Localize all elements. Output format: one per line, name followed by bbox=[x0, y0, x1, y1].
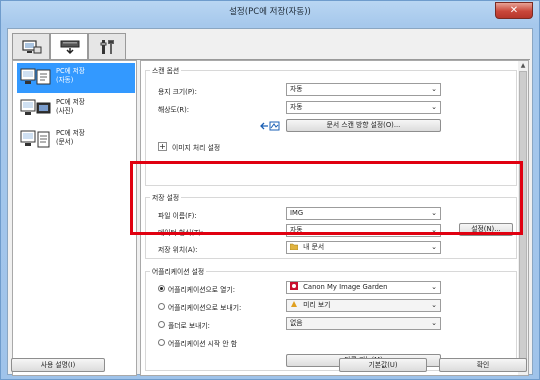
ok-button[interactable]: 확인 bbox=[439, 358, 527, 372]
resolution-select[interactable]: 자동 ⌄ bbox=[286, 101, 441, 114]
sidebar-item-save-auto[interactable]: PC에 저장 (자동) bbox=[17, 63, 135, 93]
chevron-down-icon: ⌄ bbox=[431, 283, 437, 291]
do-not-start-app-label: 어플리케이션 시작 안 함 bbox=[168, 340, 238, 348]
save-auto-icon bbox=[20, 68, 51, 85]
application-settings-title: 어플리케이션 설정 bbox=[150, 266, 207, 276]
sidebar-item-label: PC에 저장 (사진) bbox=[56, 98, 85, 116]
save-document-icon bbox=[20, 130, 50, 148]
do-not-start-app-radio[interactable] bbox=[158, 339, 165, 346]
sidebar-item-text: PC에 저장 (자동) bbox=[56, 67, 85, 84]
canon-app-icon bbox=[290, 282, 298, 290]
resolution-value: 자동 bbox=[290, 103, 303, 111]
send-to-folder-select[interactable]: 없음 ⌄ bbox=[286, 317, 441, 330]
instructions-button[interactable]: 사용 설명(I) bbox=[11, 358, 105, 372]
paper-size-label: 용지 크기(P): bbox=[158, 88, 197, 96]
tab-scan-from-panel[interactable] bbox=[50, 33, 88, 60]
scan-options-title: 스캔 옵션 bbox=[150, 65, 182, 75]
expand-icon[interactable]: + bbox=[158, 142, 167, 151]
send-to-folder-label: 폴더로 보내기: bbox=[168, 322, 210, 330]
defaults-button[interactable]: 기본값(U) bbox=[339, 358, 427, 372]
save-in-select[interactable]: 내 문서 ⌄ bbox=[286, 241, 441, 254]
sidebar-item-text: PC에 저장 (사진) bbox=[56, 98, 85, 115]
sidebar: PC에 저장 (자동) PC에 저장 (사진) PC에 저장 (문서) bbox=[12, 60, 137, 376]
title-bar: 설정(PC에 저장(자동)) bbox=[1, 1, 539, 27]
resolution-label: 해상도(R): bbox=[158, 106, 190, 114]
save-photo-icon bbox=[20, 99, 51, 115]
scroll-up-icon[interactable]: ▲ bbox=[519, 62, 527, 70]
close-button[interactable]: ✕ bbox=[495, 2, 533, 19]
chevron-down-icon: ⌄ bbox=[431, 243, 437, 251]
paper-size-value: 자동 bbox=[290, 85, 303, 93]
scanner-panel-icon bbox=[60, 40, 80, 55]
document-orientation-button[interactable]: 문서 스캔 방향 설정(O)... bbox=[286, 119, 441, 132]
open-with-app-radio[interactable] bbox=[158, 285, 165, 292]
image-processing-label: 이미지 처리 설정 bbox=[172, 144, 221, 152]
open-with-app-label: 어플리케이션으로 열기: bbox=[168, 286, 235, 294]
sidebar-item-label: PC에 저장 (문서) bbox=[56, 129, 85, 147]
folder-icon bbox=[290, 243, 298, 250]
sidebar-item-save-document[interactable]: PC에 저장 (문서) bbox=[17, 125, 135, 155]
settings-window: 설정(PC에 저장(자동)) ✕ PC에 저장 (자동) PC에 저장 (사진)… bbox=[0, 0, 540, 380]
application-settings-group: 어플리케이션 설정 어플리케이션으로 열기: Canon My Image Ga… bbox=[145, 266, 517, 371]
tools-icon bbox=[100, 40, 114, 54]
sidebar-item-label: PC에 저장 (자동) bbox=[56, 67, 85, 85]
computer-scan-icon bbox=[22, 40, 42, 54]
sidebar-item-save-photo[interactable]: PC에 저장 (사진) bbox=[17, 94, 135, 124]
highlight-box bbox=[130, 161, 523, 235]
send-to-app-label: 어플리케이션으로 보내기: bbox=[168, 304, 242, 312]
send-to-app-value: 미리 보기 bbox=[303, 301, 331, 309]
window-title: 설정(PC에 저장(자동)) bbox=[229, 7, 311, 17]
save-in-label: 저장 위치(A): bbox=[158, 246, 198, 254]
send-to-folder-value: 없음 bbox=[290, 319, 303, 327]
send-to-app-radio[interactable] bbox=[158, 303, 165, 310]
tab-scan-from-computer[interactable] bbox=[12, 33, 50, 59]
send-to-app-select[interactable]: 미리 보기 ⌄ bbox=[286, 299, 441, 312]
save-in-value: 내 문서 bbox=[303, 243, 325, 251]
sidebar-item-text: PC에 저장 (문서) bbox=[56, 129, 85, 146]
tab-general-settings[interactable] bbox=[88, 33, 126, 59]
chevron-down-icon: ⌄ bbox=[431, 85, 437, 93]
paper-size-select[interactable]: 자동 ⌄ bbox=[286, 83, 441, 96]
orientation-icon bbox=[260, 121, 280, 131]
preview-app-icon bbox=[291, 301, 297, 307]
open-with-app-select[interactable]: Canon My Image Garden ⌄ bbox=[286, 281, 441, 294]
chevron-down-icon: ⌄ bbox=[431, 301, 437, 309]
chevron-down-icon: ⌄ bbox=[431, 319, 437, 327]
open-with-app-value: Canon My Image Garden bbox=[303, 283, 388, 291]
send-to-folder-radio[interactable] bbox=[158, 321, 165, 328]
chevron-down-icon: ⌄ bbox=[431, 103, 437, 111]
